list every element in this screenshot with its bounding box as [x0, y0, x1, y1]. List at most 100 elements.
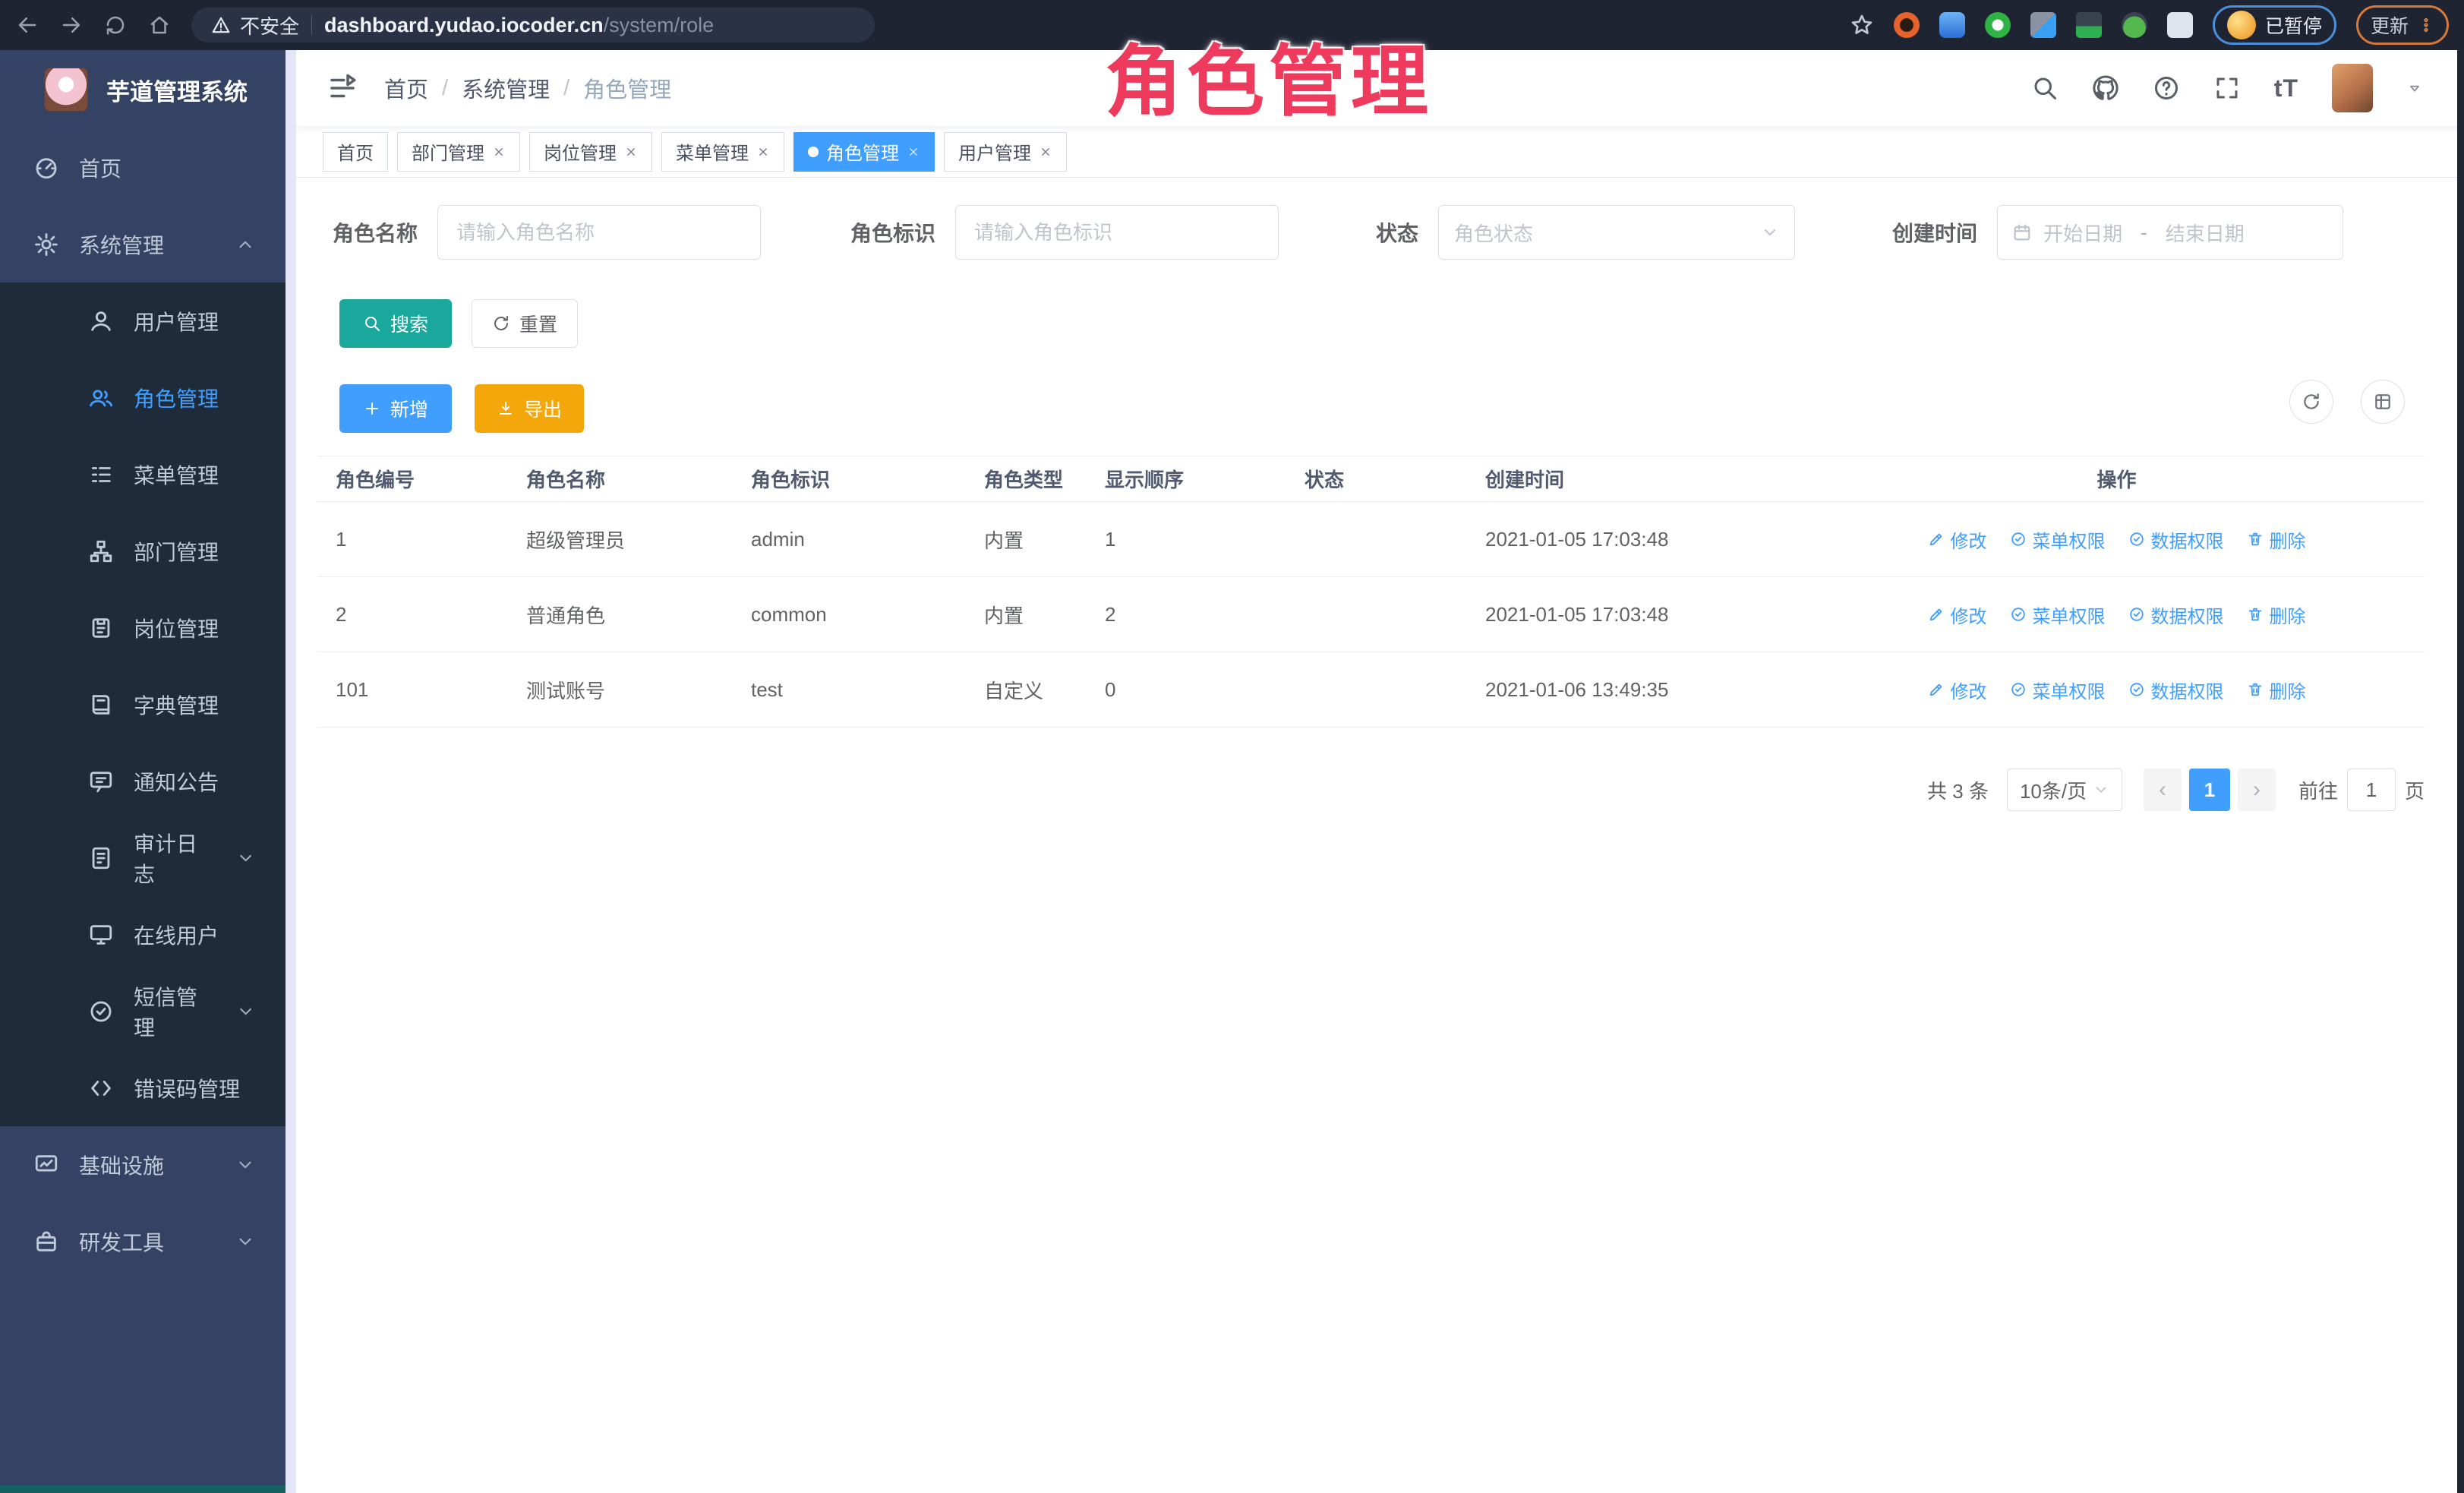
sidebar-item-roles[interactable]: 角色管理: [0, 359, 286, 436]
delete-link[interactable]: 删除: [2247, 677, 2306, 703]
extensions-puzzle-icon[interactable]: [2167, 12, 2193, 38]
create-time-label: 创建时间: [1892, 217, 1977, 248]
delete-link[interactable]: 删除: [2247, 526, 2306, 553]
browser-profile-avatar: [2227, 11, 2256, 39]
sidebar-item-notice[interactable]: 通知公告: [0, 743, 286, 819]
search-button[interactable]: 搜索: [339, 299, 452, 348]
github-icon[interactable]: [2092, 74, 2119, 102]
edit-link[interactable]: 修改: [1928, 526, 1987, 553]
sidebar-item-error-codes[interactable]: 错误码管理: [0, 1050, 286, 1126]
extension-icon-2[interactable]: [1939, 12, 1965, 38]
refresh-table-button[interactable]: [2289, 380, 2333, 424]
sidebar-item-system[interactable]: 系统管理: [0, 206, 286, 283]
fullscreen-icon[interactable]: [2213, 74, 2241, 102]
user-avatar[interactable]: [2332, 64, 2373, 112]
sidebar-item-infrastructure[interactable]: 基础设施: [0, 1126, 286, 1203]
app-logo-row[interactable]: 芋道管理系统: [0, 50, 286, 129]
tag-users[interactable]: 用户管理: [944, 132, 1067, 172]
breadcrumb-home[interactable]: 首页: [384, 72, 428, 104]
chevron-down-icon: [235, 1155, 255, 1175]
browser-update-button[interactable]: 更新: [2356, 5, 2449, 45]
browser-reload-button[interactable]: [99, 8, 132, 42]
address-bar[interactable]: 不安全 dashboard.yudao.iocoder.cn /system/r…: [191, 8, 875, 43]
close-icon[interactable]: [907, 145, 920, 159]
col-actions: 操作: [1809, 465, 2425, 493]
column-settings-button[interactable]: [2361, 380, 2405, 424]
tag-menus[interactable]: 菜单管理: [661, 132, 784, 172]
sidebar-item-users[interactable]: 用户管理: [0, 283, 286, 359]
close-icon[interactable]: [756, 145, 770, 159]
data-permission-link[interactable]: 数据权限: [2128, 601, 2224, 628]
role-key-input[interactable]: [955, 205, 1279, 260]
browser-forward-button[interactable]: [55, 8, 88, 42]
grid-icon: [2373, 392, 2393, 412]
extension-icon-6[interactable]: [2122, 12, 2147, 38]
app-logo-image: [44, 68, 88, 112]
data-permission-link[interactable]: 数据权限: [2128, 677, 2224, 703]
col-role-name: 角色名称: [508, 465, 733, 493]
cell-role-type: 自定义: [966, 676, 1087, 704]
sidebar-item-dev-tools[interactable]: 研发工具: [0, 1203, 286, 1280]
edit-icon: [1928, 681, 1945, 698]
close-icon[interactable]: [492, 145, 506, 159]
close-icon[interactable]: [624, 145, 638, 159]
extension-icon-1[interactable]: [1894, 12, 1920, 38]
user-icon: [88, 308, 114, 334]
menu-permission-link[interactable]: 菜单权限: [2010, 677, 2106, 703]
sidebar-item-menus[interactable]: 菜单管理: [0, 436, 286, 513]
tag-departments[interactable]: 部门管理: [397, 132, 520, 172]
prev-page-button[interactable]: ‹: [2144, 769, 2182, 811]
role-name-label: 角色名称: [333, 217, 418, 248]
sidebar-item-departments[interactable]: 部门管理: [0, 513, 286, 589]
edit-link[interactable]: 修改: [1928, 601, 1987, 628]
tag-roles-active[interactable]: 角色管理: [793, 132, 935, 172]
sidebar-item-label: 首页: [79, 153, 121, 183]
dashboard-icon: [33, 155, 59, 181]
current-page-button[interactable]: 1: [2189, 769, 2230, 811]
edit-icon: [1928, 531, 1945, 548]
font-size-icon[interactable]: tT: [2274, 74, 2298, 103]
profile-paused-badge[interactable]: 已暂停: [2213, 5, 2336, 45]
delete-link[interactable]: 删除: [2247, 601, 2306, 628]
menu-permission-link[interactable]: 菜单权限: [2010, 601, 2106, 628]
browser-back-button[interactable]: [11, 8, 44, 42]
sidebar-item-audit-log[interactable]: 审计日志: [0, 819, 286, 896]
sidebar-item-online-users[interactable]: 在线用户: [0, 896, 286, 973]
browser-menu-icon[interactable]: [2418, 14, 2434, 36]
hamburger-icon[interactable]: [327, 72, 358, 104]
sidebar-item-sms[interactable]: 短信管理: [0, 973, 286, 1050]
sidebar-item-label: 在线用户: [134, 920, 219, 950]
breadcrumb-system[interactable]: 系统管理: [462, 72, 550, 104]
bookmark-star-icon[interactable]: [1850, 13, 1874, 37]
page-size-select[interactable]: 10条/页: [2007, 769, 2122, 811]
role-name-input[interactable]: [437, 205, 761, 260]
sidebar-scrollbar[interactable]: [286, 50, 296, 1493]
next-page-button[interactable]: ›: [2238, 769, 2276, 811]
page-scrollbar[interactable]: [2457, 50, 2464, 1493]
extension-icon-4[interactable]: [2030, 12, 2056, 38]
search-icon[interactable]: [2031, 74, 2059, 102]
check-circle-icon: [2128, 531, 2145, 548]
add-button[interactable]: 新增: [339, 384, 452, 433]
status-select[interactable]: 角色状态: [1438, 205, 1795, 260]
avatar-caret-icon[interactable]: [2406, 80, 2423, 96]
sidebar-item-posts[interactable]: 岗位管理: [0, 589, 286, 666]
data-permission-link[interactable]: 数据权限: [2128, 526, 2224, 553]
extension-icon-3[interactable]: [1985, 12, 2011, 38]
menu-permission-link[interactable]: 菜单权限: [2010, 526, 2106, 553]
export-button[interactable]: 导出: [475, 384, 584, 433]
cell-sort: 0: [1087, 678, 1286, 702]
tag-home[interactable]: 首页: [323, 132, 388, 172]
edit-link[interactable]: 修改: [1928, 677, 1987, 703]
help-icon[interactable]: [2153, 74, 2180, 102]
close-icon[interactable]: [1039, 145, 1052, 159]
check-circle-icon: [2010, 681, 2027, 698]
sidebar-item-home[interactable]: 首页: [0, 129, 286, 206]
reset-button[interactable]: 重置: [472, 299, 578, 348]
tag-posts[interactable]: 岗位管理: [529, 132, 652, 172]
create-time-range-picker[interactable]: 开始日期 - 结束日期: [1997, 205, 2343, 260]
goto-page-input[interactable]: [2347, 769, 2396, 811]
extension-icon-5[interactable]: [2076, 12, 2102, 38]
browser-home-button[interactable]: [143, 8, 176, 42]
sidebar-item-dict[interactable]: 字典管理: [0, 666, 286, 743]
